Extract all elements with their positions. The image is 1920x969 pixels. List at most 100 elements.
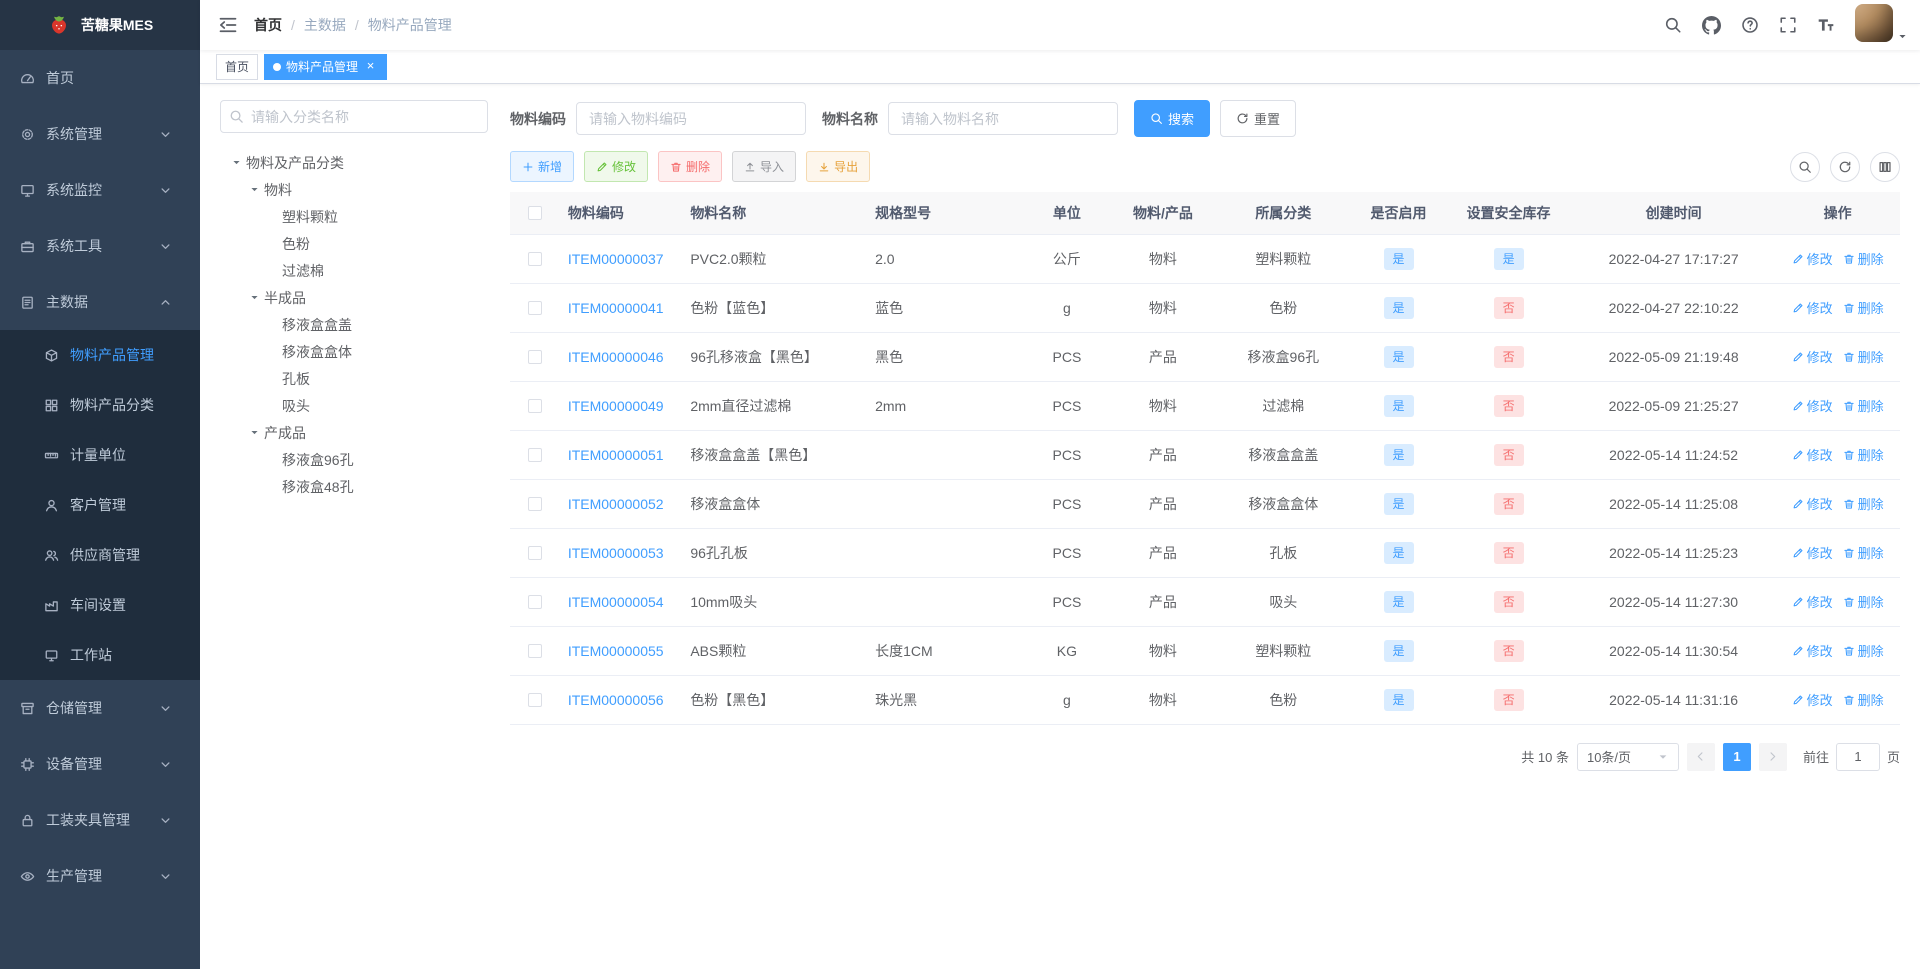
delete-row-button[interactable]: 删除: [1843, 494, 1884, 513]
edit-row-button[interactable]: 修改: [1792, 592, 1833, 611]
tree-node[interactable]: 物料: [220, 176, 488, 203]
edit-row-button[interactable]: 修改: [1792, 298, 1833, 317]
material-code-link[interactable]: ITEM00000053: [568, 545, 664, 561]
enabled-badge[interactable]: 是: [1383, 296, 1414, 319]
tree-node[interactable]: 产成品: [220, 419, 488, 446]
row-checkbox[interactable]: [527, 398, 542, 413]
safety-stock-badge[interactable]: 否: [1493, 639, 1524, 662]
edit-button[interactable]: 修改: [584, 151, 649, 182]
delete-row-button[interactable]: 删除: [1843, 592, 1884, 611]
safety-stock-badge[interactable]: 否: [1493, 296, 1524, 319]
row-checkbox[interactable]: [527, 545, 542, 560]
tree-caret-icon[interactable]: [244, 292, 264, 303]
safety-stock-badge[interactable]: 否: [1493, 590, 1524, 613]
import-button[interactable]: 导入: [732, 151, 797, 182]
refresh-table-button[interactable]: [1830, 151, 1860, 182]
sidebar-item[interactable]: 系统工具: [0, 218, 200, 274]
material-code-input[interactable]: [576, 102, 806, 135]
edit-row-button[interactable]: 修改: [1792, 641, 1833, 660]
enabled-badge[interactable]: 是: [1383, 590, 1414, 613]
material-name-input[interactable]: [888, 102, 1118, 135]
sidebar-subitem[interactable]: 供应商管理: [0, 530, 200, 580]
tree-node[interactable]: 过滤棉: [220, 257, 488, 284]
tree-node[interactable]: 移液盒盒盖: [220, 311, 488, 338]
edit-row-button[interactable]: 修改: [1792, 543, 1833, 562]
enabled-badge[interactable]: 是: [1383, 345, 1414, 368]
sidebar-subitem[interactable]: 物料产品管理: [0, 330, 200, 380]
sidebar-item[interactable]: 系统监控: [0, 162, 200, 218]
tab-tag[interactable]: 首页: [216, 53, 259, 80]
tree-caret-icon[interactable]: [226, 157, 246, 168]
edit-row-button[interactable]: 修改: [1792, 347, 1833, 366]
safety-stock-badge[interactable]: 否: [1493, 688, 1524, 711]
page-number-button[interactable]: 1: [1722, 742, 1751, 771]
add-button[interactable]: 新增: [510, 151, 575, 182]
sidebar-subitem[interactable]: 物料产品分类: [0, 380, 200, 430]
select-all-checkbox[interactable]: [527, 205, 542, 220]
delete-row-button[interactable]: 删除: [1843, 298, 1884, 317]
material-code-link[interactable]: ITEM00000054: [568, 594, 664, 610]
fullscreen-icon[interactable]: [1769, 0, 1807, 50]
sidebar-item[interactable]: 设备管理: [0, 736, 200, 792]
prev-page-button[interactable]: [1686, 742, 1715, 771]
sidebar-item[interactable]: 仓储管理: [0, 680, 200, 736]
goto-page-input[interactable]: [1835, 742, 1880, 771]
delete-row-button[interactable]: 删除: [1843, 543, 1884, 562]
material-code-link[interactable]: ITEM00000037: [568, 251, 664, 267]
sidebar-item[interactable]: 主数据: [0, 274, 200, 330]
toggle-search-button[interactable]: [1790, 151, 1820, 182]
material-code-link[interactable]: ITEM00000051: [568, 447, 664, 463]
material-code-link[interactable]: ITEM00000052: [568, 496, 664, 512]
sidebar-toggle-icon[interactable]: [208, 15, 248, 35]
row-checkbox[interactable]: [527, 594, 542, 609]
reset-button[interactable]: 重置: [1220, 100, 1297, 137]
edit-row-button[interactable]: 修改: [1792, 445, 1833, 464]
tree-node[interactable]: 移液盒96孔: [220, 446, 488, 473]
delete-row-button[interactable]: 删除: [1843, 347, 1884, 366]
category-search-input[interactable]: [220, 100, 488, 133]
search-button[interactable]: 搜索: [1134, 100, 1211, 137]
breadcrumb-item[interactable]: 首页: [254, 15, 282, 35]
safety-stock-badge[interactable]: 否: [1493, 394, 1524, 417]
material-code-link[interactable]: ITEM00000041: [568, 300, 664, 316]
enabled-badge[interactable]: 是: [1383, 394, 1414, 417]
tree-node[interactable]: 色粉: [220, 230, 488, 257]
tree-node[interactable]: 移液盒盒体: [220, 338, 488, 365]
delete-row-button[interactable]: 删除: [1843, 690, 1884, 709]
row-checkbox[interactable]: [527, 692, 542, 707]
row-checkbox[interactable]: [527, 447, 542, 462]
sidebar-item[interactable]: 首页: [0, 50, 200, 106]
github-icon[interactable]: [1692, 0, 1731, 50]
material-code-link[interactable]: ITEM00000055: [568, 643, 664, 659]
row-checkbox[interactable]: [527, 643, 542, 658]
sidebar-subitem[interactable]: 车间设置: [0, 580, 200, 630]
edit-row-button[interactable]: 修改: [1792, 690, 1833, 709]
safety-stock-badge[interactable]: 是: [1493, 247, 1524, 270]
tree-node[interactable]: 半成品: [220, 284, 488, 311]
safety-stock-badge[interactable]: 否: [1493, 541, 1524, 564]
delete-row-button[interactable]: 删除: [1843, 396, 1884, 415]
tab-tag[interactable]: 物料产品管理 ×: [264, 53, 388, 80]
tree-node[interactable]: 物料及产品分类: [220, 149, 488, 176]
tree-caret-icon[interactable]: [244, 184, 264, 195]
enabled-badge[interactable]: 是: [1383, 443, 1414, 466]
toggle-columns-button[interactable]: [1870, 151, 1900, 182]
page-size-select[interactable]: 10条/页: [1576, 742, 1679, 771]
enabled-badge[interactable]: 是: [1383, 247, 1414, 270]
tree-node[interactable]: 塑料颗粒: [220, 203, 488, 230]
delete-button[interactable]: 删除: [658, 151, 723, 182]
row-checkbox[interactable]: [527, 496, 542, 511]
safety-stock-badge[interactable]: 否: [1493, 492, 1524, 515]
safety-stock-badge[interactable]: 否: [1493, 345, 1524, 368]
edit-row-button[interactable]: 修改: [1792, 396, 1833, 415]
material-code-link[interactable]: ITEM00000046: [568, 349, 664, 365]
sidebar-item[interactable]: 系统管理: [0, 106, 200, 162]
tree-node[interactable]: 移液盒48孔: [220, 473, 488, 500]
sidebar-item[interactable]: 工装夹具管理: [0, 792, 200, 848]
sidebar-subitem[interactable]: 计量单位: [0, 430, 200, 480]
edit-row-button[interactable]: 修改: [1792, 249, 1833, 268]
enabled-badge[interactable]: 是: [1383, 688, 1414, 711]
delete-row-button[interactable]: 删除: [1843, 445, 1884, 464]
row-checkbox[interactable]: [527, 251, 542, 266]
sidebar-subitem[interactable]: 工作站: [0, 630, 200, 680]
